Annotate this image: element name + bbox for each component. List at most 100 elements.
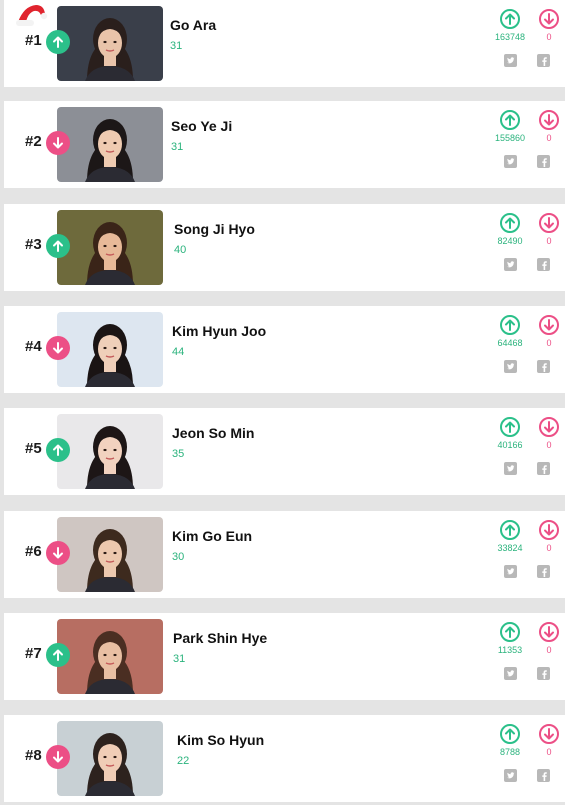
facebook-share-button[interactable] (537, 155, 550, 168)
actress-photo[interactable] (57, 619, 163, 694)
facebook-share-button[interactable] (537, 565, 550, 578)
age-label: 22 (177, 755, 190, 767)
twitter-icon (505, 463, 516, 474)
twitter-share-button[interactable] (504, 360, 517, 373)
ranking-row: #1 Go Ara 31 163748 0 (4, 0, 565, 87)
facebook-share-button[interactable] (537, 258, 550, 271)
age-label: 31 (171, 141, 184, 153)
upvote-button[interactable] (499, 723, 521, 745)
upvote-count: 11353 (497, 645, 523, 655)
actress-name[interactable]: Kim So Hyun (177, 732, 264, 748)
upvote-button[interactable] (499, 8, 521, 30)
facebook-share-button[interactable] (537, 360, 550, 373)
upvote-button[interactable] (499, 314, 521, 336)
facebook-share-button[interactable] (537, 462, 550, 475)
rank-label: #7 (25, 645, 42, 662)
upvote-icon (499, 519, 521, 541)
downvote-button[interactable] (538, 416, 560, 438)
actress-name[interactable]: Go Ara (170, 17, 216, 33)
upvote-count: 82490 (497, 236, 523, 246)
trend-down-icon (46, 541, 70, 565)
downvote-button[interactable] (538, 723, 560, 745)
facebook-share-button[interactable] (537, 769, 550, 782)
actress-name[interactable]: Jeon So Min (172, 425, 254, 441)
upvote-button[interactable] (499, 416, 521, 438)
twitter-share-button[interactable] (504, 155, 517, 168)
actress-photo[interactable] (57, 107, 163, 182)
downvote-icon (538, 723, 560, 745)
age-label: 30 (172, 551, 185, 563)
facebook-share-button[interactable] (537, 667, 550, 680)
twitter-share-button[interactable] (504, 258, 517, 271)
downvote-count: 0 (546, 236, 552, 246)
trend-up-icon (46, 234, 70, 258)
rank-label: #2 (25, 133, 42, 150)
actress-photo[interactable] (57, 414, 163, 489)
facebook-share-button[interactable] (537, 54, 550, 67)
downvote-icon (538, 8, 560, 30)
upvote-icon (499, 8, 521, 30)
actress-name[interactable]: Park Shin Hye (173, 630, 267, 646)
twitter-share-button[interactable] (504, 462, 517, 475)
actress-photo[interactable] (57, 721, 163, 796)
downvote-icon (538, 314, 560, 336)
upvote-button[interactable] (499, 519, 521, 541)
facebook-icon (538, 463, 549, 474)
twitter-icon (505, 55, 516, 66)
ranking-row: #3 Song Ji Hyo 40 82490 0 (4, 204, 565, 291)
rank-label: #4 (25, 338, 42, 355)
ranking-row: #5 Jeon So Min 35 40166 0 (4, 408, 565, 495)
downvote-count: 0 (546, 133, 552, 143)
trend-down-icon (46, 336, 70, 360)
downvote-icon (538, 212, 560, 234)
downvote-count: 0 (546, 440, 552, 450)
actress-photo[interactable] (57, 6, 163, 81)
downvote-count: 0 (546, 543, 552, 553)
upvote-icon (499, 109, 521, 131)
trend-up-icon (46, 30, 70, 54)
twitter-share-button[interactable] (504, 565, 517, 578)
actress-name[interactable]: Kim Go Eun (172, 528, 252, 544)
ranking-row: #6 Kim Go Eun 30 33824 0 (4, 511, 565, 598)
trend-down-icon (46, 131, 70, 155)
upvote-count: 40166 (497, 440, 523, 450)
downvote-icon (538, 621, 560, 643)
actress-name[interactable]: Seo Ye Ji (171, 118, 232, 134)
twitter-icon (505, 156, 516, 167)
upvote-icon (499, 416, 521, 438)
trend-down-icon (46, 745, 70, 769)
upvote-button[interactable] (499, 109, 521, 131)
actress-photo[interactable] (57, 312, 163, 387)
ranking-row: #8 Kim So Hyun 22 8788 0 (4, 715, 565, 802)
upvote-count: 8788 (499, 747, 521, 757)
downvote-button[interactable] (538, 519, 560, 541)
upvote-button[interactable] (499, 212, 521, 234)
downvote-button[interactable] (538, 8, 560, 30)
upvote-count: 163748 (494, 32, 526, 42)
actress-name[interactable]: Kim Hyun Joo (172, 323, 266, 339)
downvote-count: 0 (546, 338, 552, 348)
twitter-icon (505, 566, 516, 577)
downvote-button[interactable] (538, 109, 560, 131)
ranking-row: #2 Seo Ye Ji 31 155860 0 (4, 101, 565, 188)
downvote-count: 0 (546, 747, 552, 757)
twitter-icon (505, 259, 516, 270)
twitter-share-button[interactable] (504, 667, 517, 680)
age-label: 40 (174, 244, 187, 256)
facebook-icon (538, 55, 549, 66)
twitter-share-button[interactable] (504, 769, 517, 782)
downvote-button[interactable] (538, 314, 560, 336)
upvote-button[interactable] (499, 621, 521, 643)
twitter-icon (505, 770, 516, 781)
rank-label: #3 (25, 236, 42, 253)
twitter-share-button[interactable] (504, 54, 517, 67)
actress-name[interactable]: Song Ji Hyo (174, 221, 255, 237)
age-label: 31 (170, 40, 183, 52)
downvote-icon (538, 416, 560, 438)
downvote-button[interactable] (538, 212, 560, 234)
actress-photo[interactable] (57, 210, 163, 285)
actress-photo[interactable] (57, 517, 163, 592)
downvote-button[interactable] (538, 621, 560, 643)
age-label: 44 (172, 346, 185, 358)
rank-label: #8 (25, 747, 42, 764)
